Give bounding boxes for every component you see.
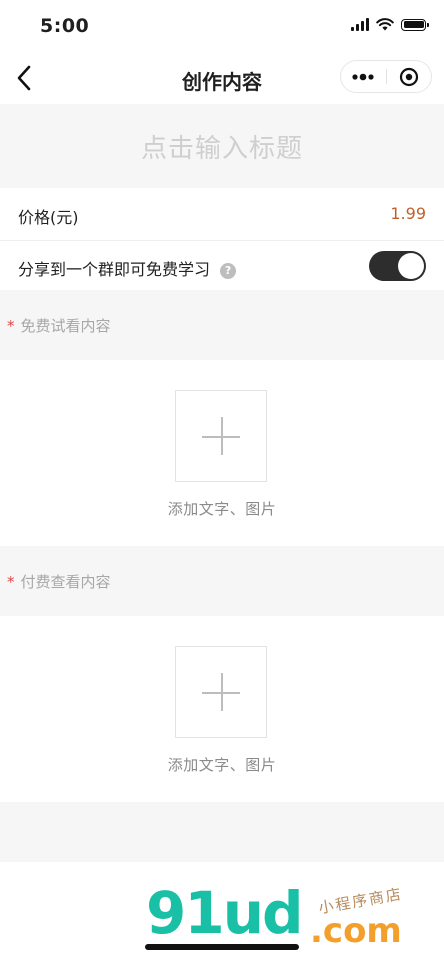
status-bar: 5:00 <box>0 0 444 54</box>
share-label-text: 分享到一个群即可免费学习 <box>18 260 211 279</box>
more-button[interactable] <box>341 61 386 92</box>
home-indicator <box>145 944 299 950</box>
share-row: 分享到一个群即可免费学习? <box>0 241 444 293</box>
status-icons <box>351 18 429 31</box>
mini-program-capsule <box>340 60 432 93</box>
free-content-area: 添加文字、图片 <box>0 360 444 546</box>
close-button[interactable] <box>387 61 432 92</box>
add-free-content-button[interactable] <box>175 390 267 482</box>
price-value[interactable]: 1.99 <box>390 204 426 223</box>
back-button[interactable] <box>6 60 42 96</box>
paid-section-header: * 付费查看内容 <box>0 546 444 616</box>
bottom-spacer <box>0 802 444 862</box>
battery-icon <box>401 18 429 31</box>
share-label: 分享到一个群即可免费学习? <box>18 256 237 280</box>
price-label: 价格(元) <box>18 208 79 227</box>
price-row[interactable]: 价格(元) 1.99 <box>0 189 444 241</box>
nav-bar: 创作内容 <box>0 54 444 102</box>
chevron-left-icon <box>17 65 31 91</box>
title-section: 点击输入标题 <box>0 104 444 188</box>
watermark-logo: 91ud <box>146 879 304 947</box>
title-input[interactable]: 点击输入标题 <box>141 128 303 165</box>
help-icon[interactable]: ? <box>220 262 237 279</box>
add-paid-content-button[interactable] <box>175 646 267 738</box>
more-dots-icon <box>352 73 374 80</box>
free-section-title-text: 免费试看内容 <box>20 317 111 335</box>
cellular-signal-icon <box>351 18 369 31</box>
share-toggle[interactable] <box>369 251 426 281</box>
add-paid-content-label: 添加文字、图片 <box>167 756 277 774</box>
wifi-icon <box>376 18 394 31</box>
target-circle-icon <box>399 67 418 86</box>
add-free-content-label: 添加文字、图片 <box>167 500 277 518</box>
required-mark: * <box>7 573 15 591</box>
free-section-title: * 免费试看内容 <box>7 315 111 336</box>
required-mark: * <box>7 317 15 335</box>
paid-section-title-text: 付费查看内容 <box>20 573 111 591</box>
status-time: 5:00 <box>40 15 90 37</box>
toggle-knob <box>398 253 424 279</box>
paid-content-area: 添加文字、图片 <box>0 616 444 802</box>
watermark-domain: .com <box>310 911 402 951</box>
free-section-header: * 免费试看内容 <box>0 290 444 360</box>
paid-section-title: * 付费查看内容 <box>7 571 111 592</box>
